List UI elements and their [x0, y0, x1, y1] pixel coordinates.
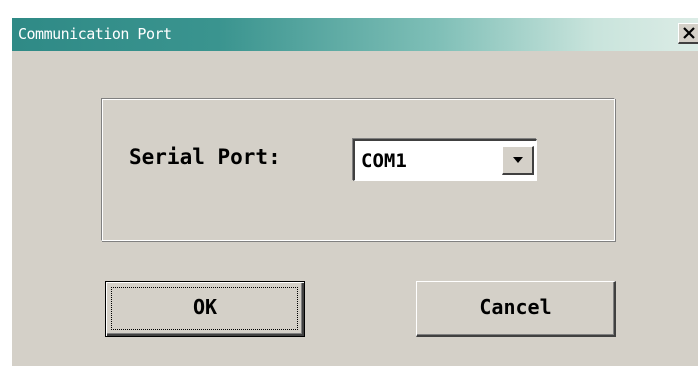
serial-port-select[interactable]: COM1 — [353, 139, 537, 181]
cancel-button-label: Cancel — [479, 295, 552, 319]
serial-port-selected-value: COM1 — [361, 150, 407, 172]
close-button[interactable] — [678, 23, 698, 44]
serial-port-dropdown-button[interactable] — [502, 146, 534, 175]
ok-button[interactable]: OK — [105, 281, 305, 337]
title-bar[interactable]: Communication Port — [12, 18, 698, 51]
communication-port-dialog: Communication Port Serial Port: COM1 OK … — [12, 18, 698, 366]
dialog-title: Communication Port — [18, 25, 172, 43]
serial-port-label: Serial Port: — [129, 145, 281, 169]
chevron-down-icon — [513, 157, 523, 163]
close-icon — [683, 27, 695, 39]
focus-rectangle — [111, 287, 298, 330]
cancel-button[interactable]: Cancel — [416, 281, 616, 337]
